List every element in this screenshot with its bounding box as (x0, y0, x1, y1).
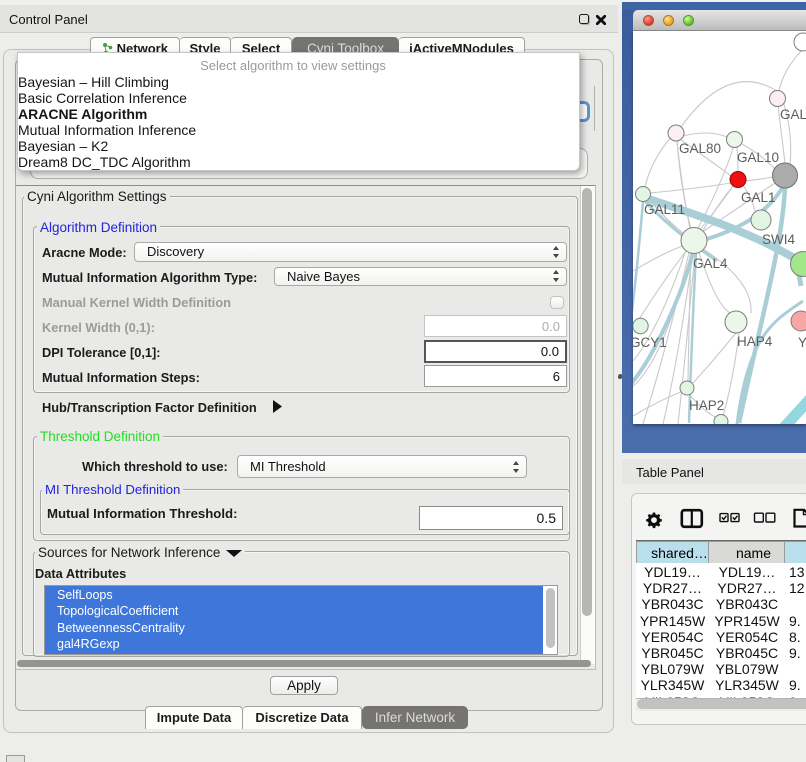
svg-text:GCY1: GCY1 (633, 335, 667, 350)
svg-text:GAL1: GAL1 (741, 190, 776, 205)
svg-text:SWI4: SWI4 (762, 232, 795, 247)
svg-text:HAP2: HAP2 (689, 398, 724, 413)
svg-text:GAL11: GAL11 (644, 202, 685, 217)
svg-text:Y: Y (798, 335, 806, 350)
svg-text:HAP4: HAP4 (737, 334, 773, 349)
svg-text:GAL80: GAL80 (679, 141, 721, 156)
svg-text:GAL7: GAL7 (780, 107, 806, 122)
svg-text:GAL4: GAL4 (693, 256, 728, 271)
svg-text:GAL10: GAL10 (737, 150, 779, 165)
